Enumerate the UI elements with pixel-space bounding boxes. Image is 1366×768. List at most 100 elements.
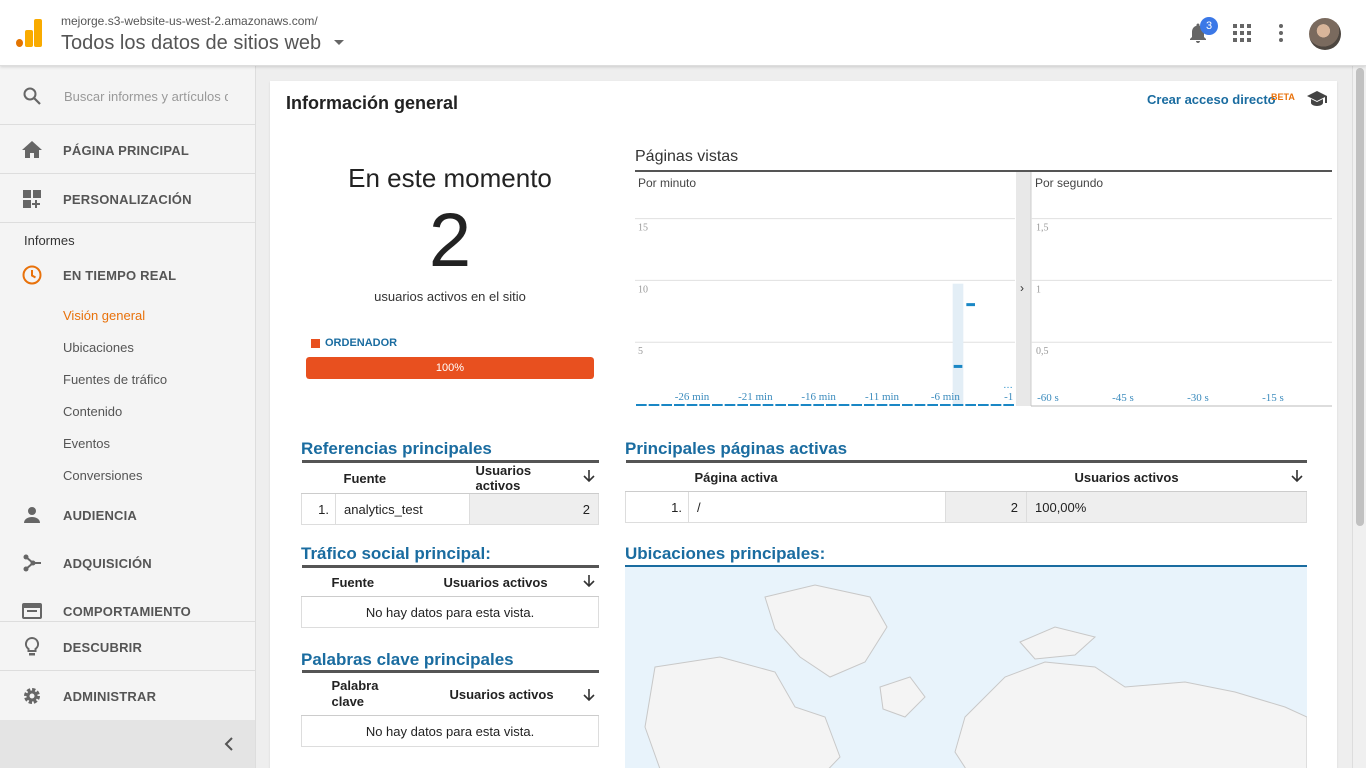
sidebar-subitem-events[interactable]: Eventos: [63, 436, 110, 451]
right-now-title: En este momento: [348, 163, 552, 193]
sidebar-subitem-conversions[interactable]: Conversiones: [63, 468, 143, 483]
bar-baseline-segment: [851, 404, 862, 406]
sidebar-item-label: EN TIEMPO REAL: [63, 268, 177, 283]
apps-grid-icon[interactable]: [1233, 24, 1251, 42]
rank-header: [301, 460, 336, 494]
bar-baseline-segment: [775, 404, 786, 406]
device-share-text: 100%: [435, 362, 465, 374]
panel-label-per-minute: Por minuto: [638, 176, 696, 190]
users-cell: 2: [945, 491, 1027, 523]
page-header[interactable]: Página activa: [688, 460, 946, 492]
percent-cell: 100,00%: [1026, 491, 1307, 523]
chevron-down-icon[interactable]: [334, 40, 344, 45]
source-header[interactable]: Fuente: [335, 460, 470, 494]
sidebar-item-discover[interactable]: DESCUBRIR: [0, 623, 255, 671]
bar-baseline-segment: [750, 404, 761, 406]
bar-baseline-segment: [838, 404, 850, 406]
view-selector[interactable]: Todos los datos de sitios web: [61, 32, 321, 55]
x-tick-label: -30 s: [1187, 392, 1209, 404]
pageviews-title: Páginas vistas: [635, 148, 739, 165]
x-tick-label: -16 min: [801, 391, 836, 403]
active-users-count: 2: [428, 198, 472, 283]
table-row: No hay datos para esta vista.: [301, 715, 599, 747]
sort-arrow-icon[interactable]: [583, 469, 595, 483]
sort-arrow-icon[interactable]: [1291, 469, 1303, 483]
bar-baseline-segment: [914, 404, 926, 406]
sidebar-item-customization[interactable]: PERSONALIZACIÓN: [0, 175, 255, 223]
bar-baseline-segment: [889, 404, 900, 406]
active-pages-table: Página activa Usuarios activos 1. / 2 10…: [625, 460, 1307, 523]
sidebar-item-admin[interactable]: ADMINISTRAR: [0, 672, 255, 720]
no-data-message: No hay datos para esta vista.: [301, 715, 599, 747]
beta-badge: BETA: [1271, 92, 1295, 102]
search-input[interactable]: [64, 86, 228, 106]
sidebar-collapse[interactable]: [0, 720, 255, 768]
y-tick-label: 15: [638, 223, 648, 234]
bar-baseline-segment: [674, 404, 685, 406]
x-tick-label: -6 min: [931, 391, 961, 403]
page-scrollbar[interactable]: [1352, 66, 1366, 768]
divider: [0, 670, 255, 671]
account-url[interactable]: mejorge.s3-website-us-west-2.amazonaws.c…: [61, 14, 318, 28]
analytics-logo-icon[interactable]: [16, 19, 42, 47]
sidebar-item-audience[interactable]: AUDIENCIA: [0, 491, 255, 539]
sidebar-subitem-content[interactable]: Contenido: [63, 404, 122, 419]
table-header-row: Fuente Usuarios activos: [301, 460, 599, 494]
chevron-right-icon: ›: [1020, 281, 1024, 295]
more-vert-icon[interactable]: [1279, 24, 1283, 42]
y-tick-label: 1: [1036, 284, 1041, 295]
overview-card: Información general Crear acceso directo…: [270, 81, 1337, 768]
sidebar-item-label: COMPORTAMIENTO: [63, 604, 191, 619]
sidebar-subitem-traffic-sources[interactable]: Fuentes de tráfico: [63, 372, 167, 387]
table-header-row: Fuente Usuarios activos: [301, 565, 599, 597]
users-header[interactable]: Usuarios activos: [401, 670, 599, 716]
rank-cell: 1.: [625, 491, 689, 523]
y-tick-label: 1,5: [1036, 223, 1049, 234]
source-cell[interactable]: analytics_test: [335, 493, 470, 525]
sidebar-item-acquisition[interactable]: ADQUISICIÓN: [0, 539, 255, 587]
users-header[interactable]: Usuarios activos: [431, 565, 599, 597]
lightbulb-icon: [24, 637, 40, 656]
users-header[interactable]: Usuarios activos: [1026, 460, 1307, 492]
sort-arrow-icon[interactable]: [583, 574, 595, 588]
users-header[interactable]: Usuarios activos: [469, 460, 599, 494]
keyword-header[interactable]: Palabra clave: [301, 670, 402, 716]
behavior-icon: [22, 603, 42, 619]
keywords-title: Palabras clave principales: [301, 650, 514, 669]
create-shortcut-link[interactable]: Crear acceso directo: [1147, 92, 1276, 107]
notification-badge[interactable]: 3: [1200, 17, 1218, 35]
sidebar-item-label: ADMINISTRAR: [63, 689, 157, 704]
source-header[interactable]: Fuente: [301, 565, 432, 597]
divider: [0, 222, 255, 223]
graduation-cap-icon[interactable]: [1306, 89, 1328, 107]
users-header-spacer: [945, 460, 1027, 492]
no-data-message: No hay datos para esta vista.: [301, 596, 599, 628]
sidebar-subitem-overview[interactable]: Visión general: [63, 308, 145, 323]
y-tick-label: 10: [638, 284, 648, 295]
x-tick-label: -45 s: [1112, 392, 1134, 404]
greenland-shape: [764, 584, 888, 678]
scrollbar-thumb[interactable]: [1356, 68, 1364, 526]
bar-baseline-segment: [724, 404, 736, 406]
sidebar-item-realtime[interactable]: EN TIEMPO REAL: [0, 251, 255, 299]
bar-baseline-segment: [902, 404, 913, 406]
page-cell[interactable]: /: [688, 491, 946, 523]
clock-icon: [22, 265, 42, 285]
sidebar-item-label: PERSONALIZACIÓN: [63, 192, 192, 207]
iceland-shape: [879, 676, 926, 718]
sidebar-subitem-locations[interactable]: Ubicaciones: [63, 340, 134, 355]
referrals-title: Referencias principales: [301, 439, 492, 458]
highlighted-column: [952, 283, 964, 404]
chevron-left-icon[interactable]: [222, 737, 236, 751]
eurasia-shape: [954, 661, 1307, 768]
bar-baseline-segment: [737, 404, 748, 406]
bar-baseline-segment: [762, 404, 774, 406]
social-title: Tráfico social principal:: [301, 544, 491, 563]
gear-icon: [24, 688, 40, 704]
sidebar-item-home[interactable]: PÁGINA PRINCIPAL: [0, 126, 255, 174]
world-map[interactable]: [625, 565, 1307, 768]
reports-section-label: Informes: [24, 233, 75, 248]
avatar[interactable]: [1309, 18, 1341, 50]
sort-arrow-icon[interactable]: [583, 688, 595, 702]
svalbard-shape: [1019, 626, 1097, 660]
